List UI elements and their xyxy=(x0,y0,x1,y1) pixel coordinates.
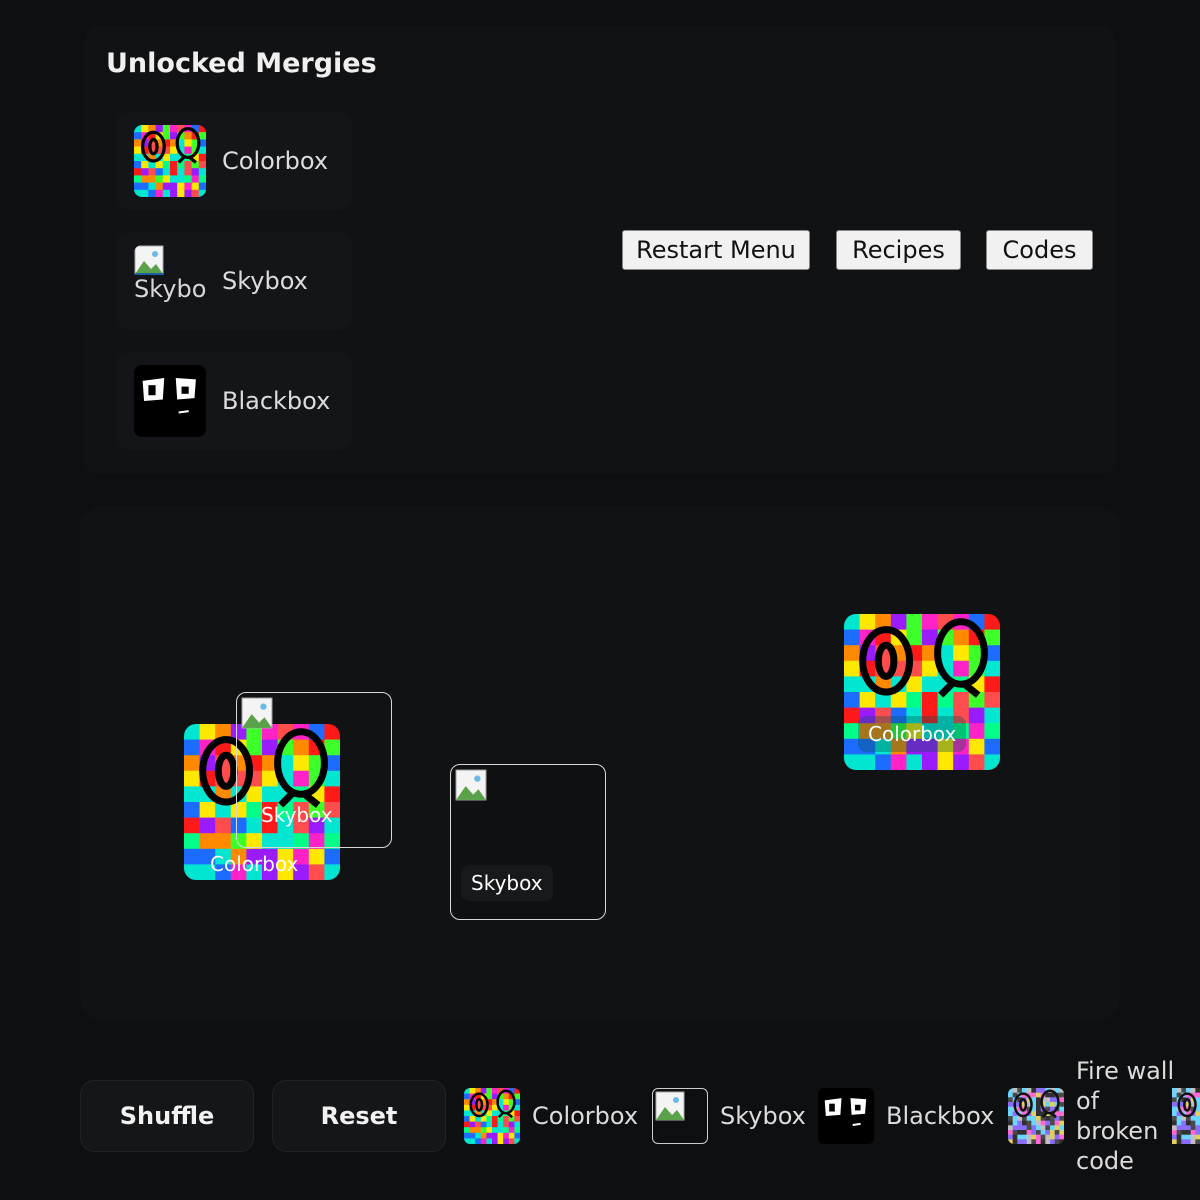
card-label: Colorbox xyxy=(210,852,299,876)
restart-menu-button[interactable]: Restart Menu xyxy=(622,230,810,270)
image-alt-text: Skybox xyxy=(134,275,206,303)
board-card-colorbox[interactable]: Colorbox xyxy=(844,614,1000,770)
unlocked-item-skybox[interactable]: Skybox Skybox xyxy=(116,232,352,330)
unlocked-item-label: Colorbox xyxy=(222,147,329,175)
colorbox-face-icon xyxy=(134,125,206,197)
broken-image-icon xyxy=(455,769,487,801)
tray-item-firewall[interactable] xyxy=(1008,1088,1064,1144)
recipes-button[interactable]: Recipes xyxy=(836,230,961,270)
card-label: Skybox xyxy=(461,865,553,901)
board-card-skybox[interactable]: Skybox xyxy=(450,764,606,920)
unlocked-item-label: Skybox xyxy=(222,267,308,295)
broken-image-icon xyxy=(652,1088,708,1144)
board-card-skybox[interactable]: Skybox xyxy=(236,692,392,848)
card-label: Colorbox xyxy=(858,716,967,752)
tray-item-skybox[interactable]: Skybox xyxy=(652,1088,806,1144)
blackbox-face-icon xyxy=(134,365,206,437)
colorbox-face-icon xyxy=(464,1088,520,1144)
tray-item-partial[interactable] xyxy=(1172,1088,1200,1144)
unlocked-panel: Unlocked Mergies Colorbox Skybox Skybox … xyxy=(84,26,1116,474)
codes-button[interactable]: Codes xyxy=(986,230,1093,270)
tray-label: Blackbox xyxy=(886,1102,995,1130)
firewall-face-icon xyxy=(1008,1088,1064,1144)
unlocked-item-label: Blackbox xyxy=(222,387,331,415)
blackbox-face-icon xyxy=(818,1088,874,1144)
panel-title: Unlocked Mergies xyxy=(106,48,377,79)
unlocked-item-blackbox[interactable]: Blackbox xyxy=(116,352,352,450)
broken-image-icon: Skybox xyxy=(134,245,206,317)
tray-label: Colorbox xyxy=(532,1102,639,1130)
tray-item-colorbox[interactable]: Colorbox xyxy=(464,1088,638,1144)
broken-image-icon xyxy=(241,697,273,729)
unlocked-item-colorbox[interactable]: Colorbox xyxy=(116,112,352,210)
reset-button[interactable]: Reset xyxy=(272,1080,446,1152)
merge-board[interactable]: Colorbox Skybox Skybox Colorbox xyxy=(80,506,1120,1020)
tray-label: Fire wall of broken code xyxy=(1076,1057,1175,1175)
tray-label: Skybox xyxy=(720,1102,806,1130)
tray-item-blackbox[interactable]: Blackbox xyxy=(818,1088,994,1144)
shuffle-button[interactable]: Shuffle xyxy=(80,1080,254,1152)
card-label: Skybox xyxy=(261,803,333,827)
mergie-icon xyxy=(1172,1088,1200,1144)
